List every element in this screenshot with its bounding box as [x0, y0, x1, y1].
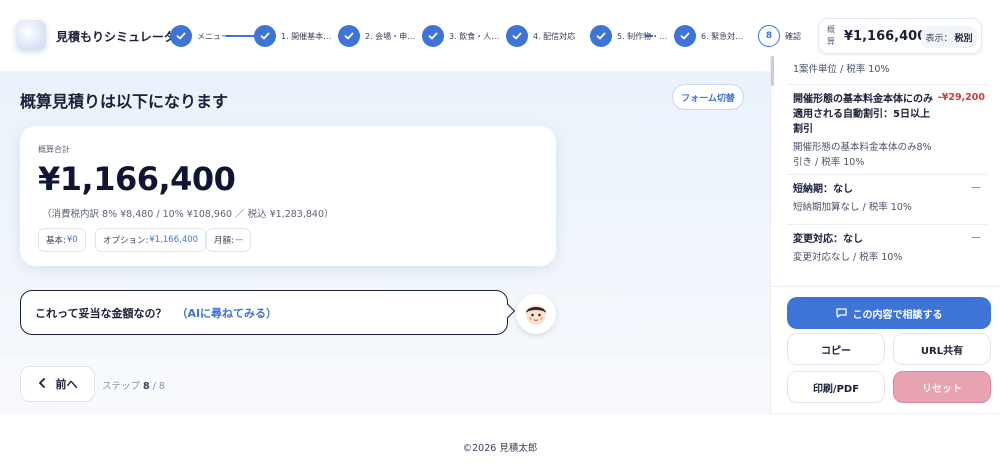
app-logo: [16, 20, 46, 50]
step-2[interactable]: 2. 会場・申…: [338, 24, 415, 48]
summary-item-amount: —: [971, 182, 981, 193]
share-url-button[interactable]: URL共有: [893, 333, 991, 365]
check-icon: [422, 25, 444, 47]
summary-item-amount: —: [971, 232, 981, 243]
divider: [787, 174, 987, 175]
back-button[interactable]: 前へ: [20, 366, 95, 402]
step-total: / 8: [152, 381, 165, 392]
header-total-amount: ¥1,166,400: [844, 29, 927, 44]
summary-item-desc: 開催形態の基本料金本体のみ8%引き / 税率 10%: [793, 142, 932, 168]
estimate-card: 概算合計 ¥1,166,400 （消費税内訳 8% ¥8,480 / 10% ¥…: [20, 126, 556, 266]
header-total-label: 概算: [827, 25, 835, 46]
assistant-avatar-icon[interactable]: [516, 294, 556, 334]
step-label: 確認: [785, 31, 801, 41]
step-confirm[interactable]: 8 確認: [758, 24, 801, 48]
summary-item: 1案件単位 / 税率 10%: [793, 62, 985, 77]
check-icon: [674, 25, 696, 47]
chip-value: ¥0: [66, 235, 78, 245]
estimate-amount: ¥1,166,400: [38, 160, 236, 198]
chat-icon: [835, 308, 847, 318]
footer: ©2026 見積太郎: [0, 413, 1000, 470]
form-toggle-button[interactable]: フォーム切替: [672, 84, 744, 110]
chip-value: —: [234, 235, 244, 245]
summary-sidebar: 1案件単位 / 税率 10% 開催形態の基本料金本体にのみ適用される自動割引：5…: [770, 56, 1000, 413]
ask-ai-link[interactable]: （AIに尋ねてみる）: [176, 305, 277, 321]
step-menu[interactable]: メニュー: [170, 24, 229, 48]
chip-options: オプション: ¥1,166,400: [95, 228, 207, 252]
divider: [787, 84, 987, 85]
step-label: 4. 配信対応: [533, 31, 576, 41]
summary-item-desc: 変更対応なし / 税率 10%: [793, 252, 903, 263]
step-label: メニュー: [197, 31, 229, 41]
check-icon: [506, 25, 528, 47]
summary-item-desc: 1案件単位 / 税率 10%: [793, 64, 890, 75]
tax-display-toggle[interactable]: 表示： 税別: [921, 26, 977, 48]
step-3[interactable]: 3. 飲食・人…: [422, 24, 499, 48]
step-prefix: ステップ: [102, 381, 141, 392]
step-label: 6. 緊急対…: [701, 31, 744, 41]
consult-button[interactable]: この内容で相談する: [787, 297, 991, 329]
tax-display-label: 表示：: [925, 33, 953, 44]
step-counter: ステップ 8 / 8: [102, 378, 165, 392]
print-pdf-button[interactable]: 印刷/PDF: [787, 371, 885, 403]
check-icon: [170, 25, 192, 47]
summary-item-title: 変更対応：なし: [793, 234, 863, 245]
summary-item-amount: -¥29,200: [937, 92, 985, 103]
step-connector: [226, 35, 256, 37]
sidebar-actions: この内容で相談する コピー URL共有 印刷/PDF リセット: [771, 286, 1000, 413]
ask-ai-bubble[interactable]: これって妥当な金額なの？ （AIに尋ねてみる）: [20, 290, 508, 335]
chip-label: 基本:: [46, 236, 66, 246]
step-current: 8: [143, 381, 150, 392]
consult-label: この内容で相談する: [852, 309, 943, 321]
chip-basic: 基本: ¥0: [38, 228, 86, 252]
app-title: 見積もりシミュレーター: [56, 30, 188, 44]
check-icon: [590, 25, 612, 47]
estimate-label: 概算合計: [38, 145, 70, 154]
header-total: 概算 ¥1,166,400 表示： 税別: [818, 18, 982, 54]
chip-label: オプション:: [103, 236, 149, 246]
chip-value: ¥1,166,400: [149, 235, 199, 245]
step-4[interactable]: 4. 配信対応: [506, 24, 575, 48]
copy-button[interactable]: コピー: [787, 333, 885, 365]
step-progress: メニュー 1. 開催基本… 2. 会場・申… 3. 飲食・人… 4. 配信対応 …: [170, 24, 810, 48]
divider: [787, 224, 987, 225]
tax-breakdown: （消費税内訳 8% ¥8,480 / 10% ¥108,960 ／ 税込 ¥1,…: [42, 209, 334, 220]
step-number: 8: [758, 25, 780, 47]
step-label: 1. 開催基本…: [281, 31, 332, 41]
summary-item-title: 開催形態の基本料金本体にのみ適用される自動割引：5日以上割引: [793, 94, 933, 135]
summary-item: 開催形態の基本料金本体にのみ適用される自動割引：5日以上割引 開催形態の基本料金…: [793, 92, 985, 170]
step-label: 3. 飲食・人…: [449, 31, 500, 41]
chip-label: 月額:: [214, 236, 234, 246]
scrollbar-thumb[interactable]: [771, 56, 774, 86]
summary-list[interactable]: 1案件単位 / 税率 10% 開催形態の基本料金本体にのみ適用される自動割引：5…: [771, 56, 1000, 286]
step-navigation: 前へ ステップ 8 / 8: [0, 353, 770, 413]
copyright-text: ©2026 見積太郎: [462, 443, 538, 454]
step-label: 2. 会場・申…: [365, 31, 416, 41]
tax-display-value: 税別: [954, 33, 973, 44]
step-1[interactable]: 1. 開催基本…: [254, 24, 331, 48]
back-label: 前へ: [55, 378, 78, 391]
check-icon: [254, 25, 276, 47]
reset-button[interactable]: リセット: [893, 371, 991, 403]
summary-item: 短納期：なし 短納期加算なし / 税率 10% —: [793, 182, 985, 215]
check-icon: [338, 25, 360, 47]
page-title: 概算見積りは以下になります: [20, 92, 229, 111]
step-label: 5. 制作物・…: [617, 31, 668, 41]
bubble-question: これって妥当な金額なの？: [35, 306, 167, 320]
step-6[interactable]: 6. 緊急対…: [674, 24, 743, 48]
chevron-left-icon: [38, 377, 46, 391]
summary-item: 変更対応：なし 変更対応なし / 税率 10% —: [793, 232, 985, 265]
step-5[interactable]: 5. 制作物・…: [590, 24, 667, 48]
main-content: 概算見積りは以下になります フォーム切替 概算合計 ¥1,166,400 （消費…: [0, 72, 770, 353]
chip-monthly: 月額: —: [206, 228, 252, 252]
summary-item-title: 短納期：なし: [793, 184, 853, 195]
summary-item-desc: 短納期加算なし / 税率 10%: [793, 202, 912, 213]
